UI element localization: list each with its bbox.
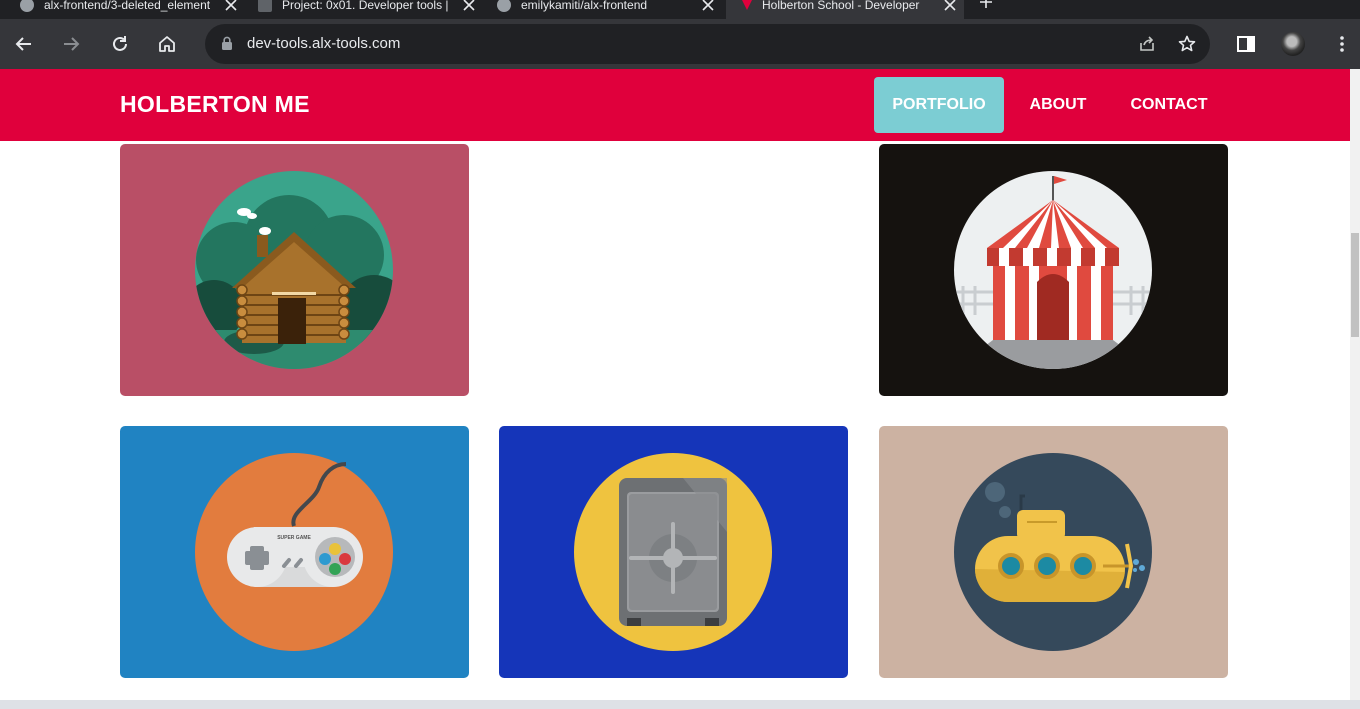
share-icon[interactable] xyxy=(1137,34,1157,54)
browser-menu-button[interactable] xyxy=(1326,28,1358,60)
portfolio-card-safe[interactable] xyxy=(499,426,848,678)
home-icon xyxy=(159,36,175,52)
github-icon xyxy=(20,0,34,12)
log-cabin-icon xyxy=(195,171,393,369)
back-button[interactable] xyxy=(8,28,40,60)
tab-title: Holberton School - Developer xyxy=(762,0,920,12)
tab-title: alx-frontend/3-deleted_element xyxy=(44,0,211,12)
forward-arrow-icon xyxy=(64,37,80,51)
page-scrollbar[interactable] xyxy=(1350,69,1360,700)
safe-icon xyxy=(574,453,772,651)
portfolio-card-empty xyxy=(499,144,848,396)
page-viewport: HOLBERTON ME PORTFOLIO ABOUT CONTACT SUP… xyxy=(0,69,1350,700)
browser-tab-2[interactable]: Project: 0x01. Developer tools | xyxy=(258,0,483,19)
scrollbar-thumb[interactable] xyxy=(1351,233,1359,337)
nav-about[interactable]: ABOUT xyxy=(1014,77,1102,133)
site-brand[interactable]: HOLBERTON ME xyxy=(120,91,310,118)
url-text[interactable]: dev-tools.alx-tools.com xyxy=(247,35,400,52)
home-button[interactable] xyxy=(151,28,183,60)
browser-toolbar: dev-tools.alx-tools.com xyxy=(0,19,1360,69)
site-navbar: HOLBERTON ME PORTFOLIO ABOUT CONTACT xyxy=(0,69,1350,141)
profile-avatar[interactable] xyxy=(1281,32,1305,56)
tab-title: Project: 0x01. Developer tools | xyxy=(282,0,449,12)
close-tab-icon[interactable] xyxy=(461,0,477,13)
github-icon xyxy=(497,0,511,12)
kebab-menu-icon xyxy=(1340,36,1344,52)
tab-strip: alx-frontend/3-deleted_element Project: … xyxy=(0,0,1360,19)
address-bar[interactable]: dev-tools.alx-tools.com xyxy=(205,24,1210,64)
star-icon[interactable] xyxy=(1177,34,1197,54)
forward-button[interactable] xyxy=(55,28,87,60)
controller-caption: SUPER GAME xyxy=(277,535,311,541)
browser-tab-3[interactable]: emilykamiti/alx-frontend xyxy=(497,0,722,19)
lock-icon[interactable] xyxy=(221,36,233,50)
portfolio-card-controller[interactable]: SUPER GAME xyxy=(120,426,469,678)
circus-tent-icon xyxy=(954,171,1152,369)
tab-title: emilykamiti/alx-frontend xyxy=(521,0,648,12)
close-tab-icon[interactable] xyxy=(700,0,716,13)
browser-tab-1[interactable]: alx-frontend/3-deleted_element xyxy=(20,0,245,19)
side-panel-icon xyxy=(1237,36,1255,52)
back-arrow-icon xyxy=(15,37,31,51)
portfolio-card-circus[interactable] xyxy=(879,144,1228,396)
portfolio-card-submarine[interactable] xyxy=(879,426,1228,678)
nav-contact[interactable]: CONTACT xyxy=(1114,77,1224,133)
side-panel-button[interactable] xyxy=(1230,28,1262,60)
reload-icon xyxy=(113,36,127,51)
download-bar-edge xyxy=(0,700,1360,709)
game-controller-icon: SUPER GAME xyxy=(195,453,393,651)
page-favicon-icon xyxy=(258,0,272,12)
close-tab-icon[interactable] xyxy=(223,0,239,13)
portfolio-card-cabin[interactable] xyxy=(120,144,469,396)
reload-button[interactable] xyxy=(104,28,136,60)
browser-tab-4-active[interactable]: Holberton School - Developer xyxy=(726,0,964,19)
nav-portfolio[interactable]: PORTFOLIO xyxy=(874,77,1004,133)
close-tab-icon[interactable] xyxy=(942,0,958,13)
new-tab-icon[interactable] xyxy=(978,0,994,10)
holberton-favicon-icon xyxy=(742,0,752,10)
submarine-icon xyxy=(954,453,1152,651)
